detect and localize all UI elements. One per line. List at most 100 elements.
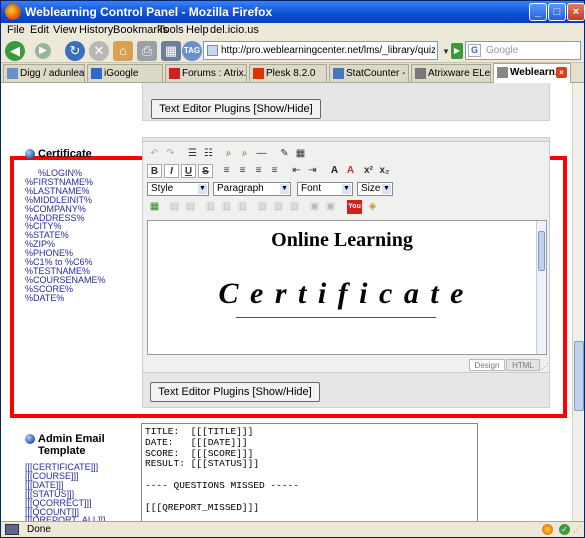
tab-atrixware[interactable]: Atrixware ELe... — [411, 64, 491, 82]
editor-content-area[interactable]: Online Learning C e r t i f i c a t e — [147, 220, 547, 355]
paragraph-select[interactable]: Paragraph ▼ — [213, 182, 291, 196]
title-bar[interactable]: Weblearning Control Panel - Mozilla Fire… — [1, 1, 585, 23]
home-icon[interactable]: ⌂ — [113, 41, 133, 61]
tab-statcounter[interactable]: StatCounter - ... — [329, 64, 409, 82]
back-icon[interactable]: ◀ — [5, 41, 25, 61]
stop-icon[interactable]: ✕ — [89, 41, 109, 61]
align-left-icon[interactable]: ≡ — [219, 164, 234, 178]
indent-icon[interactable]: ⇥ — [305, 164, 320, 178]
print-icon[interactable]: ⎙ — [137, 41, 157, 61]
undo-icon[interactable]: ↶ — [147, 147, 162, 161]
site-icon — [207, 45, 218, 56]
highlight-color-icon[interactable]: A — [343, 164, 358, 178]
tab-design[interactable]: Design — [469, 359, 505, 371]
browser-window: Weblearning Control Panel - Mozilla Fire… — [0, 0, 585, 538]
url-dropdown-icon[interactable]: ▼ — [441, 42, 451, 60]
firefox-icon — [5, 4, 21, 20]
italic-icon[interactable]: I — [164, 164, 179, 178]
menu-tools[interactable]: Tools — [158, 24, 184, 36]
subscript-icon[interactable]: x₂ — [377, 164, 392, 178]
underline-icon[interactable]: U — [181, 164, 196, 178]
horizontal-rule-icon[interactable]: — — [254, 147, 269, 161]
page-content: Text Editor Plugins [Show/Hide] Certific… — [1, 83, 572, 521]
google-icon: G — [468, 44, 481, 57]
tag-icon[interactable]: TAG — [182, 41, 202, 61]
cell-props-icon[interactable]: ▤ — [183, 200, 198, 214]
editor-scroll-thumb[interactable] — [538, 231, 545, 271]
tab-forums[interactable]: Forums : Atrix... — [165, 64, 247, 82]
insert-row-before-icon[interactable]: ▥ — [203, 200, 218, 214]
admin-email-template-textarea[interactable]: TITLE: [[[TITLE]]] DATE: [[[DATE]]] SCORE:… — [141, 423, 478, 521]
bookmark-icon[interactable]: ▦ — [161, 41, 181, 61]
tab-plesk[interactable]: Plesk 8.2.0 — [249, 64, 327, 82]
delete-col-icon[interactable]: ▥ — [287, 200, 302, 214]
table-icon[interactable]: ▦ — [293, 147, 308, 161]
tab-html[interactable]: HTML — [506, 359, 540, 371]
edit-icon[interactable]: ✎ — [277, 147, 292, 161]
close-tab-icon[interactable]: × — [556, 67, 567, 78]
style-select[interactable]: Style ▼ — [147, 182, 209, 196]
resize-grip-icon[interactable]: ⋰ — [541, 362, 549, 371]
chevron-down-icon: ▼ — [382, 184, 391, 194]
template-line: RESULT: [[[STATUS]]] — [145, 458, 260, 470]
menu-file[interactable]: File — [7, 24, 25, 36]
chevron-down-icon: ▼ — [342, 184, 351, 194]
bold-icon[interactable]: B — [147, 164, 162, 178]
row-props-icon[interactable]: ▤ — [167, 200, 182, 214]
close-button[interactable]: × — [567, 3, 585, 21]
minimize-button[interactable]: _ — [529, 3, 547, 21]
tab-digg[interactable]: Digg / adunleavy — [3, 64, 85, 82]
justify-icon[interactable]: ≡ — [267, 164, 282, 178]
tab-weblearning[interactable]: Weblearn... × — [493, 63, 571, 83]
certificate-token[interactable]: %DATE% — [25, 293, 64, 303]
delete-row-icon[interactable]: ▥ — [235, 200, 250, 214]
rich-text-editor: ↶ ↷ ☰ ☷ ⌕ ⌕ — ✎ ▦ B I U S ≡ ≡ ≡ ≡ ⇤ ⇥ A … — [142, 141, 550, 373]
menu-delicious[interactable]: del.icio.us — [210, 24, 259, 36]
replace-icon[interactable]: ⌕ — [237, 147, 252, 161]
unordered-list-icon[interactable]: ☷ — [201, 147, 216, 161]
font-select[interactable]: Font ▼ — [297, 182, 353, 196]
redo-icon[interactable]: ↷ — [163, 147, 178, 161]
find-icon[interactable]: ⌕ — [221, 147, 236, 161]
split-cells-icon[interactable]: ▣ — [307, 200, 322, 214]
go-icon[interactable]: ▶ — [451, 43, 463, 59]
admin-email-heading-1: Admin Email — [38, 433, 105, 445]
status-bar: Done ✓ ⋰ — [1, 521, 584, 537]
superscript-icon[interactable]: x² — [361, 164, 376, 178]
align-right-icon[interactable]: ≡ — [251, 164, 266, 178]
bottom-plugins-button[interactable]: Text Editor Plugins [Show/Hide] — [150, 382, 320, 402]
forward-icon[interactable]: ▶ — [35, 43, 51, 59]
menu-view[interactable]: View — [53, 24, 77, 36]
merge-cells-icon[interactable]: ▣ — [323, 200, 338, 214]
align-center-icon[interactable]: ≡ — [235, 164, 250, 178]
ordered-list-icon[interactable]: ☰ — [185, 147, 200, 161]
chevron-down-icon: ▼ — [280, 184, 289, 194]
insert-table-icon[interactable]: ▦ — [147, 200, 162, 214]
page-scrollbar[interactable] — [572, 83, 584, 521]
outdent-icon[interactable]: ⇤ — [289, 164, 304, 178]
menu-bar: File Edit View History Bookmarks Tools H… — [1, 23, 584, 39]
top-plugins-button[interactable]: Text Editor Plugins [Show/Hide] — [151, 99, 321, 119]
menu-help[interactable]: Help — [186, 24, 209, 36]
insert-col-before-icon[interactable]: ▥ — [255, 200, 270, 214]
resize-grip-icon[interactable]: ⋰ — [573, 525, 581, 534]
search-box[interactable]: G Google — [465, 41, 581, 60]
editor-scrollbar[interactable] — [536, 221, 546, 354]
address-bar[interactable]: http://pro.weblearningcenter.net/lms/_li… — [203, 41, 438, 60]
menu-history[interactable]: History — [79, 24, 113, 36]
insert-col-after-icon[interactable]: ▥ — [271, 200, 286, 214]
navigation-toolbar: ◀ ▶ ↻ ✕ ⌂ ⎙ ▦ TAG http://pro.weblearning… — [1, 39, 584, 63]
insert-row-after-icon[interactable]: ▥ — [219, 200, 234, 214]
size-select[interactable]: Size ▼ — [357, 182, 393, 196]
youtube-icon[interactable]: You — [347, 200, 362, 214]
maximize-button[interactable]: □ — [548, 3, 566, 21]
reload-icon[interactable]: ↻ — [65, 41, 85, 61]
menu-edit[interactable]: Edit — [30, 24, 49, 36]
media-icon[interactable]: ◈ — [365, 200, 380, 214]
page-scroll-thumb[interactable] — [574, 341, 584, 411]
text-color-icon[interactable]: A — [327, 164, 342, 178]
chevron-down-icon: ▼ — [198, 184, 207, 194]
strikethrough-icon[interactable]: S — [198, 164, 213, 178]
tab-igoogle[interactable]: iGoogle — [87, 64, 163, 82]
forums-icon — [169, 68, 180, 79]
